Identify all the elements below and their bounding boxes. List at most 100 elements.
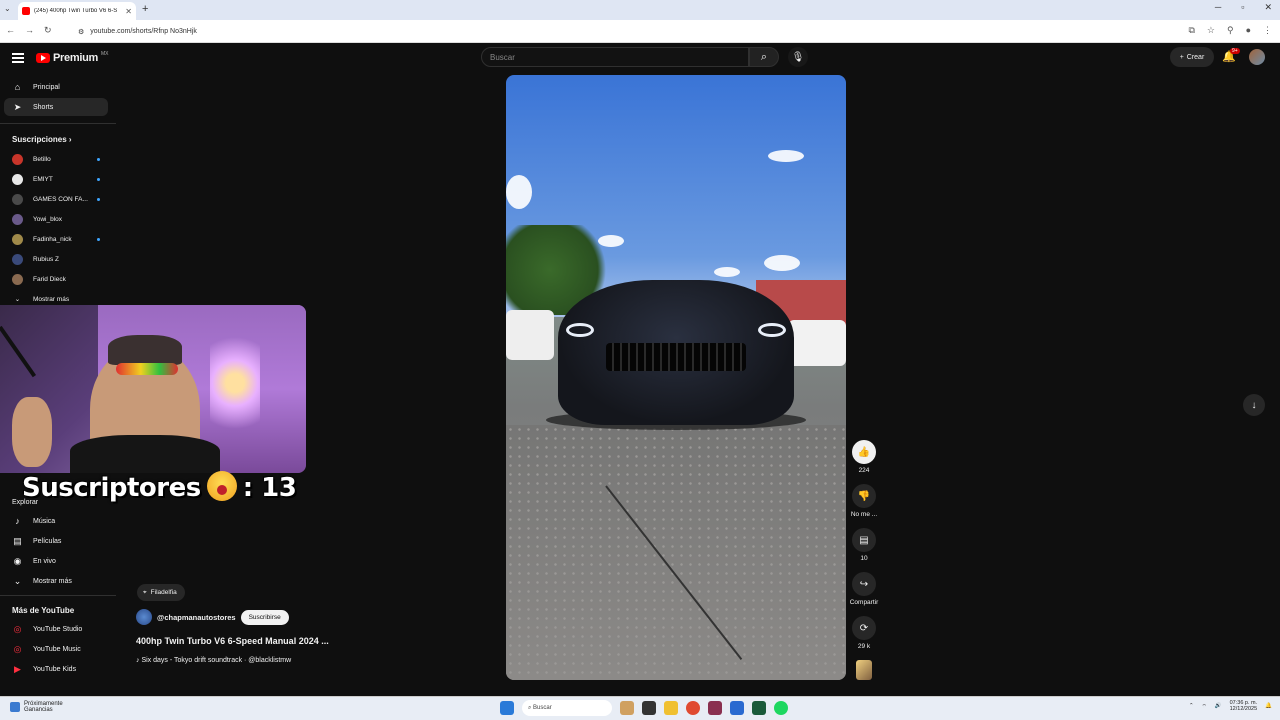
- more-youtube-heading: Más de YouTube: [12, 606, 75, 615]
- url-field[interactable]: ⚙ youtube.com/shorts/Rfnp No3nHjk: [66, 24, 1146, 39]
- taskbar-search[interactable]: ⌕ Buscar: [522, 700, 612, 716]
- share-button[interactable]: ↪: [852, 572, 876, 596]
- site-info-icon[interactable]: ⚙: [78, 28, 84, 36]
- new-content-dot: [97, 197, 100, 201]
- forward-icon[interactable]: →: [25, 25, 34, 36]
- notification-icon[interactable]: 🔔: [1265, 703, 1272, 709]
- show-more-label: Mostrar más: [33, 295, 70, 303]
- close-window-icon[interactable]: ✕: [1264, 2, 1272, 13]
- mic-icon: 🎙: [791, 51, 805, 63]
- share-icon: ↪: [859, 578, 869, 590]
- sidebar-item-label: Principal: [33, 83, 60, 91]
- chrome-icon[interactable]: [686, 701, 700, 715]
- subscription-label: Betillo: [33, 155, 51, 163]
- network-icon[interactable]: ⌔: [1202, 703, 1207, 710]
- voice-search-button[interactable]: 🎙: [788, 47, 808, 67]
- sidebar-item-studio[interactable]: ◎ YouTube Studio: [4, 620, 108, 638]
- thumbs-down-icon: 👎: [857, 490, 871, 502]
- window-controls: ─ ▫ ✕: [1215, 2, 1272, 13]
- maximize-icon[interactable]: ▫: [1241, 2, 1244, 13]
- sidebar-item-live[interactable]: ◉ En vivo: [4, 552, 108, 570]
- tray-chevron-icon[interactable]: ⌃: [1189, 703, 1194, 709]
- sidebar-divider: [0, 123, 116, 124]
- explore-show-more[interactable]: ⌄ Mostrar más: [4, 572, 108, 590]
- install-icon[interactable]: ⧉: [1188, 25, 1194, 36]
- subscribe-button[interactable]: Suscribirse: [240, 609, 289, 625]
- next-video-button[interactable]: ↓: [1243, 394, 1265, 416]
- sidebar-subscription-item[interactable]: Betillo: [4, 150, 108, 168]
- tab-title: (245) 400hp Twin Turbo V6 6-S: [34, 8, 118, 14]
- search-input[interactable]: Buscar: [481, 47, 749, 67]
- avatar[interactable]: [1249, 49, 1265, 65]
- remix-button[interactable]: ⟳: [852, 616, 876, 640]
- sidebar-subscription-item[interactable]: EMIYT: [4, 170, 108, 188]
- sidebar-item-kids[interactable]: ▶ YouTube Kids: [4, 660, 108, 678]
- file-explorer-icon[interactable]: [664, 701, 678, 715]
- sidebar-subscription-item[interactable]: Fadinha_nick: [4, 230, 108, 248]
- youtube-logo[interactable]: Premium MX: [36, 51, 108, 64]
- streamer-shirt: [70, 435, 220, 473]
- menu-dots-icon[interactable]: ⋮: [1263, 25, 1272, 36]
- search-button[interactable]: ⌕: [749, 47, 779, 67]
- dislike-button[interactable]: 👎: [852, 484, 876, 508]
- task-view-icon[interactable]: [642, 701, 656, 715]
- subscriptions-heading[interactable]: Suscripciones ›: [12, 135, 72, 144]
- bookmark-star-icon[interactable]: ☆: [1207, 25, 1215, 36]
- notification-badge: 9+: [1230, 48, 1240, 54]
- sidebar-item-label: YouTube Kids: [33, 665, 77, 673]
- reload-icon[interactable]: ↻: [44, 25, 52, 36]
- new-content-dot: [97, 177, 100, 181]
- system-tray: ⌃ ⌔ 🔊 07:36 p. m. 12/12/2025 🔔: [1189, 700, 1272, 712]
- sidebar-subscription-item[interactable]: Yowi_blox: [4, 210, 108, 228]
- extensions-icon[interactable]: ⚲: [1227, 25, 1234, 36]
- share-label: Compartir: [849, 599, 879, 606]
- channel-name[interactable]: @chapmanautostores: [157, 613, 236, 622]
- sidebar-item-movies[interactable]: ▤ Películas: [4, 532, 108, 550]
- address-bar-row: ← → ↻ ⚙ youtube.com/shorts/Rfnp No3nHjk …: [0, 20, 1280, 43]
- minimize-icon[interactable]: ─: [1215, 2, 1221, 13]
- volume-icon[interactable]: 🔊: [1215, 703, 1222, 709]
- shorts-video-player[interactable]: [506, 75, 846, 680]
- sidebar-subscription-item[interactable]: Farid Dieck: [4, 270, 108, 288]
- mail-icon[interactable]: [730, 701, 744, 715]
- sidebar-item-principal[interactable]: ⌂ Principal: [4, 78, 108, 96]
- video-asphalt: [506, 425, 846, 680]
- back-icon[interactable]: ←: [6, 25, 15, 36]
- music-row[interactable]: ♪ Six days - Tokyo drift soundtrack · @b…: [136, 657, 291, 664]
- terminal-icon[interactable]: [752, 701, 766, 715]
- subscription-label: Yowi_blox: [33, 215, 63, 223]
- comments-button[interactable]: ▤: [852, 528, 876, 552]
- video-suv: [506, 310, 554, 360]
- sidebar-item-label: Películas: [33, 537, 62, 545]
- create-button[interactable]: + Crear: [1170, 47, 1214, 67]
- weather-widget[interactable]: Próximamente Ganancias: [10, 701, 63, 713]
- new-tab-icon[interactable]: +: [142, 3, 148, 15]
- sidebar-subscription-item[interactable]: GAMES CON FA...: [4, 190, 108, 208]
- sidebar-item-shorts[interactable]: ➤ Shorts: [4, 98, 108, 116]
- profile-icon[interactable]: ●: [1246, 25, 1251, 36]
- app-icon[interactable]: [708, 701, 722, 715]
- channel-avatar[interactable]: [136, 609, 152, 625]
- location-chip[interactable]: ⌖ Filadelfia: [137, 584, 185, 601]
- tab-menu-icon[interactable]: ⌄: [4, 4, 11, 13]
- sidebar-item-music[interactable]: ♪ Música: [4, 512, 108, 530]
- video-title[interactable]: 400hp Twin Turbo V6 6-Speed Manual 2024 …: [136, 636, 329, 646]
- subscriber-label: Suscriptores: [22, 473, 201, 503]
- widgets-icon[interactable]: [620, 701, 634, 715]
- sound-thumbnail[interactable]: [856, 660, 872, 680]
- clock[interactable]: 07:36 p. m. 12/12/2025: [1230, 700, 1258, 712]
- hamburger-menu-icon[interactable]: [12, 53, 24, 63]
- sidebar-item-music-app[interactable]: ◎ YouTube Music: [4, 640, 108, 658]
- sidebar-item-label: YouTube Studio: [33, 625, 83, 633]
- like-button[interactable]: 👍: [852, 440, 876, 464]
- dislike-label: No me ...: [850, 511, 878, 518]
- subscriber-count: : 13: [242, 473, 297, 503]
- close-tab-icon[interactable]: ✕: [125, 7, 132, 16]
- sidebar-subscription-item[interactable]: Rubius Z: [4, 250, 108, 268]
- cloud: [714, 267, 740, 277]
- windows-start-icon[interactable]: [500, 701, 514, 715]
- spotify-icon[interactable]: [774, 701, 788, 715]
- channel-avatar: [12, 213, 23, 225]
- browser-tab[interactable]: (245) 400hp Twin Turbo V6 6-S ✕: [18, 2, 136, 20]
- home-icon: ⌂: [14, 82, 21, 92]
